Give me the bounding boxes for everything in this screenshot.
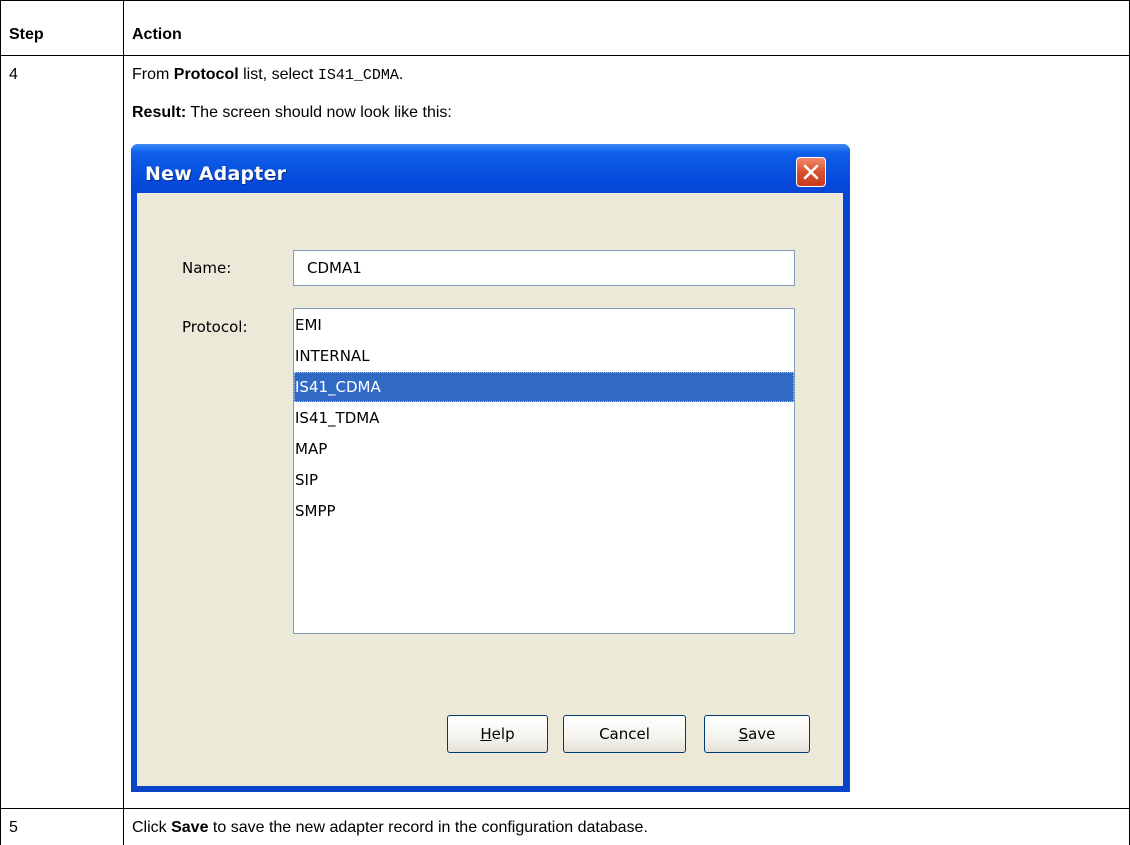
name-field[interactable]: CDMA1	[293, 250, 795, 286]
save-button[interactable]: Save	[704, 715, 810, 753]
instruction-suffix: to save the new adapter record in the co…	[208, 819, 648, 836]
name-label: Name:	[182, 259, 232, 277]
save-label-rest: ave	[748, 725, 776, 743]
protocol-label: Protocol:	[182, 318, 248, 336]
cancel-button[interactable]: Cancel	[563, 715, 686, 753]
instruction-code: IS41_CDMA	[317, 67, 399, 84]
help-button[interactable]: Help	[447, 715, 548, 753]
close-icon	[803, 164, 819, 180]
protocol-option-map[interactable]: MAP	[294, 434, 794, 464]
new-adapter-dialog: New Adapter Name: CDMA1 Protocol: EMI IN…	[131, 144, 850, 792]
result-label: Result:	[132, 104, 187, 121]
dialog-body: Name: CDMA1 Protocol: EMI INTERNAL IS41_…	[137, 193, 843, 786]
instruction-bold: Save	[171, 819, 209, 836]
action-result: Result: The screen should now look like …	[132, 104, 452, 122]
protocol-option-is41-cdma[interactable]: IS41_CDMA	[294, 372, 794, 402]
result-text: The screen should now look like this:	[186, 104, 452, 121]
instruction-bold: Protocol	[173, 66, 239, 83]
protocol-option-emi[interactable]: EMI	[294, 310, 794, 340]
close-button[interactable]	[796, 157, 826, 187]
protocol-list[interactable]: EMI INTERNAL IS41_CDMA IS41_TDMA MAP SIP…	[293, 308, 795, 634]
instruction-middle: list, select	[238, 66, 318, 83]
action-instruction: Click Save to save the new adapter recor…	[132, 819, 648, 837]
protocol-option-smpp[interactable]: SMPP	[294, 496, 794, 526]
step-number: 5	[9, 819, 18, 836]
action-instruction: From Protocol list, select IS41_CDMA.	[132, 66, 403, 85]
instruction-prefix: From	[132, 66, 174, 83]
instruction-suffix: .	[398, 66, 404, 83]
instruction-prefix: Click	[132, 819, 172, 836]
table-border-left	[0, 0, 1, 845]
protocol-option-sip[interactable]: SIP	[294, 465, 794, 495]
save-mnemonic: S	[738, 725, 749, 743]
help-mnemonic: H	[480, 725, 492, 743]
row-divider	[0, 808, 1130, 809]
table-border-top	[0, 0, 1130, 1]
step-number: 4	[9, 66, 18, 83]
header-action: Action	[132, 26, 182, 43]
protocol-option-internal[interactable]: INTERNAL	[294, 341, 794, 371]
table-column-divider	[123, 0, 124, 845]
header-divider	[0, 55, 1130, 56]
protocol-option-is41-tdma[interactable]: IS41_TDMA	[294, 403, 794, 433]
help-label-rest: elp	[491, 725, 515, 743]
dialog-title: New Adapter	[145, 163, 287, 185]
header-step: Step	[9, 26, 44, 43]
